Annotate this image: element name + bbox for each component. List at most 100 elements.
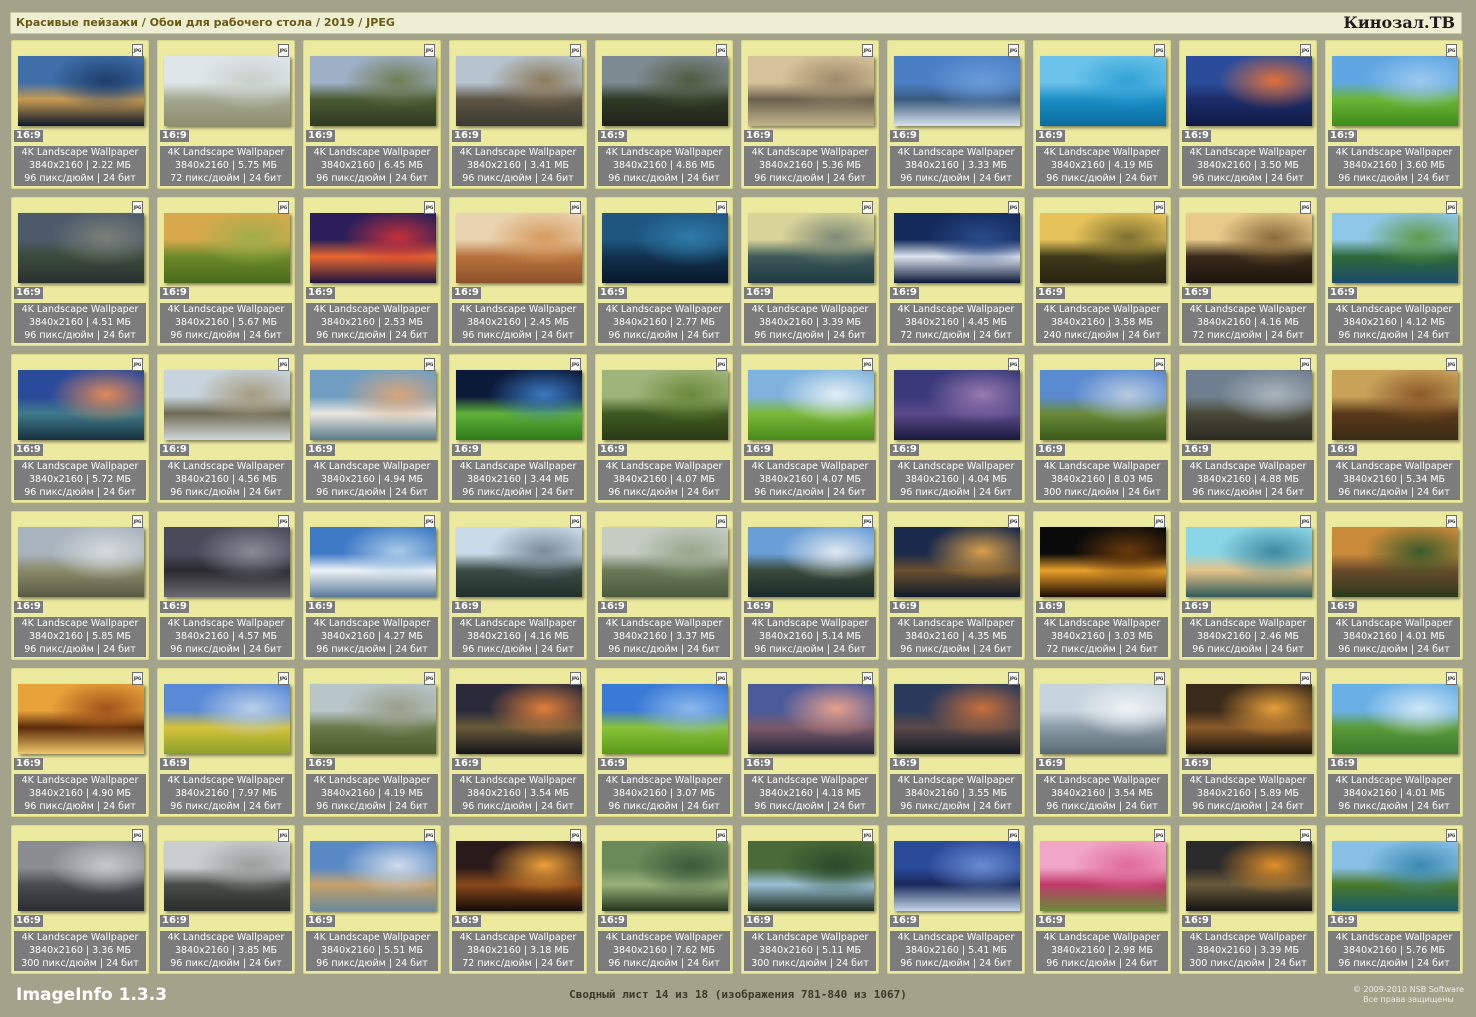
thumbnail-tile[interactable]: JPG 16:9 4K Landscape Wallpaper 3840x2160 |… (1325, 354, 1463, 503)
thumbnail-image[interactable] (748, 213, 874, 283)
thumbnail-image[interactable] (1332, 841, 1458, 911)
thumbnail-tile[interactable]: JPG 16:9 4K Landscape Wallpaper 3840x2160 |… (1325, 197, 1463, 346)
thumbnail-tile[interactable]: JPG 16:9 4K Landscape Wallpaper 3840x2160 |… (157, 354, 295, 503)
thumbnail-image[interactable] (164, 370, 290, 440)
thumbnail-tile[interactable]: JPG 16:9 4K Landscape Wallpaper 3840x2160 |… (741, 197, 879, 346)
thumbnail-tile[interactable]: JPG 16:9 4K Landscape Wallpaper 3840x2160 |… (887, 668, 1025, 817)
thumbnail-image[interactable] (18, 370, 144, 440)
thumbnail-image[interactable] (602, 213, 728, 283)
thumbnail-image[interactable] (310, 213, 436, 283)
thumbnail-tile[interactable]: JPG 16:9 4K Landscape Wallpaper 3840x2160 |… (595, 825, 733, 974)
thumbnail-tile[interactable]: JPG 16:9 4K Landscape Wallpaper 3840x2160 |… (1179, 668, 1317, 817)
thumbnail-image[interactable] (1040, 213, 1166, 283)
thumbnail-tile[interactable]: JPG 16:9 4K Landscape Wallpaper 3840x2160 |… (303, 668, 441, 817)
thumbnail-image[interactable] (1040, 841, 1166, 911)
thumbnail-image[interactable] (894, 841, 1020, 911)
thumbnail-image[interactable] (748, 527, 874, 597)
thumbnail-image[interactable] (164, 841, 290, 911)
thumbnail-image[interactable] (164, 684, 290, 754)
thumbnail-tile[interactable]: JPG 16:9 4K Landscape Wallpaper 3840x2160 |… (449, 825, 587, 974)
thumbnail-image[interactable] (310, 841, 436, 911)
thumbnail-tile[interactable]: JPG 16:9 4K Landscape Wallpaper 3840x2160 |… (1325, 825, 1463, 974)
thumbnail-tile[interactable]: JPG 16:9 4K Landscape Wallpaper 3840x2160 |… (449, 668, 587, 817)
thumbnail-image[interactable] (1186, 527, 1312, 597)
thumbnail-tile[interactable]: JPG 16:9 4K Landscape Wallpaper 3840x2160 |… (303, 825, 441, 974)
thumbnail-tile[interactable]: JPG 16:9 4K Landscape Wallpaper 3840x2160 |… (1033, 197, 1171, 346)
thumbnail-tile[interactable]: JPG 16:9 4K Landscape Wallpaper 3840x2160 |… (595, 40, 733, 189)
thumbnail-image[interactable] (1040, 56, 1166, 126)
thumbnail-tile[interactable]: JPG 16:9 4K Landscape Wallpaper 3840x2160 |… (157, 825, 295, 974)
thumbnail-image[interactable] (456, 370, 582, 440)
thumbnail-tile[interactable]: JPG 16:9 4K Landscape Wallpaper 3840x2160 |… (449, 354, 587, 503)
thumbnail-image[interactable] (1332, 684, 1458, 754)
thumbnail-image[interactable] (602, 841, 728, 911)
thumbnail-tile[interactable]: JPG 16:9 4K Landscape Wallpaper 3840x2160 |… (595, 511, 733, 660)
thumbnail-tile[interactable]: JPG 16:9 4K Landscape Wallpaper 3840x2160 |… (11, 668, 149, 817)
thumbnail-image[interactable] (164, 527, 290, 597)
thumbnail-image[interactable] (456, 841, 582, 911)
thumbnail-tile[interactable]: JPG 16:9 4K Landscape Wallpaper 3840x2160 |… (449, 197, 587, 346)
thumbnail-image[interactable] (1332, 527, 1458, 597)
thumbnail-image[interactable] (18, 213, 144, 283)
thumbnail-tile[interactable]: JPG 16:9 4K Landscape Wallpaper 3840x2160 |… (11, 40, 149, 189)
thumbnail-image[interactable] (1332, 370, 1458, 440)
thumbnail-tile[interactable]: JPG 16:9 4K Landscape Wallpaper 3840x2160 |… (1325, 668, 1463, 817)
thumbnail-image[interactable] (310, 56, 436, 126)
thumbnail-tile[interactable]: JPG 16:9 4K Landscape Wallpaper 3840x2160 |… (595, 668, 733, 817)
thumbnail-image[interactable] (894, 370, 1020, 440)
thumbnail-tile[interactable]: JPG 16:9 4K Landscape Wallpaper 3840x2160 |… (11, 511, 149, 660)
thumbnail-image[interactable] (1332, 56, 1458, 126)
thumbnail-image[interactable] (894, 56, 1020, 126)
thumbnail-tile[interactable]: JPG 16:9 4K Landscape Wallpaper 3840x2160 |… (1033, 668, 1171, 817)
thumbnail-tile[interactable]: JPG 16:9 4K Landscape Wallpaper 3840x2160 |… (741, 825, 879, 974)
thumbnail-tile[interactable]: JPG 16:9 4K Landscape Wallpaper 3840x2160 |… (1033, 354, 1171, 503)
thumbnail-image[interactable] (602, 684, 728, 754)
thumbnail-image[interactable] (456, 527, 582, 597)
thumbnail-image[interactable] (18, 684, 144, 754)
thumbnail-image[interactable] (18, 527, 144, 597)
thumbnail-tile[interactable]: JPG 16:9 4K Landscape Wallpaper 3840x2160 |… (11, 197, 149, 346)
thumbnail-tile[interactable]: JPG 16:9 4K Landscape Wallpaper 3840x2160 |… (741, 40, 879, 189)
thumbnail-tile[interactable]: JPG 16:9 4K Landscape Wallpaper 3840x2160 |… (887, 40, 1025, 189)
thumbnail-tile[interactable]: JPG 16:9 4K Landscape Wallpaper 3840x2160 |… (157, 40, 295, 189)
thumbnail-tile[interactable]: JPG 16:9 4K Landscape Wallpaper 3840x2160 |… (741, 511, 879, 660)
thumbnail-tile[interactable]: JPG 16:9 4K Landscape Wallpaper 3840x2160 |… (887, 825, 1025, 974)
thumbnail-image[interactable] (456, 213, 582, 283)
thumbnail-tile[interactable]: JPG 16:9 4K Landscape Wallpaper 3840x2160 |… (1179, 40, 1317, 189)
thumbnail-tile[interactable]: JPG 16:9 4K Landscape Wallpaper 3840x2160 |… (11, 825, 149, 974)
thumbnail-tile[interactable]: JPG 16:9 4K Landscape Wallpaper 3840x2160 |… (1033, 825, 1171, 974)
thumbnail-tile[interactable]: JPG 16:9 4K Landscape Wallpaper 3840x2160 |… (303, 197, 441, 346)
thumbnail-image[interactable] (894, 684, 1020, 754)
thumbnail-tile[interactable]: JPG 16:9 4K Landscape Wallpaper 3840x2160 |… (11, 354, 149, 503)
thumbnail-image[interactable] (310, 370, 436, 440)
thumbnail-image[interactable] (1186, 684, 1312, 754)
thumbnail-tile[interactable]: JPG 16:9 4K Landscape Wallpaper 3840x2160 |… (1033, 40, 1171, 189)
thumbnail-image[interactable] (18, 56, 144, 126)
thumbnail-image[interactable] (602, 527, 728, 597)
thumbnail-image[interactable] (456, 56, 582, 126)
thumbnail-tile[interactable]: JPG 16:9 4K Landscape Wallpaper 3840x2160 |… (1325, 511, 1463, 660)
thumbnail-image[interactable] (602, 370, 728, 440)
thumbnail-image[interactable] (1186, 841, 1312, 911)
thumbnail-tile[interactable]: JPG 16:9 4K Landscape Wallpaper 3840x2160 |… (1325, 40, 1463, 189)
thumbnail-tile[interactable]: JPG 16:9 4K Landscape Wallpaper 3840x2160 |… (595, 197, 733, 346)
thumbnail-image[interactable] (1040, 684, 1166, 754)
thumbnail-image[interactable] (748, 841, 874, 911)
thumbnail-tile[interactable]: JPG 16:9 4K Landscape Wallpaper 3840x2160 |… (303, 511, 441, 660)
thumbnail-image[interactable] (894, 213, 1020, 283)
thumbnail-image[interactable] (310, 527, 436, 597)
thumbnail-image[interactable] (1040, 370, 1166, 440)
thumbnail-tile[interactable]: JPG 16:9 4K Landscape Wallpaper 3840x2160 |… (887, 511, 1025, 660)
thumbnail-tile[interactable]: JPG 16:9 4K Landscape Wallpaper 3840x2160 |… (449, 511, 587, 660)
thumbnail-image[interactable] (456, 684, 582, 754)
thumbnail-image[interactable] (602, 56, 728, 126)
thumbnail-image[interactable] (164, 213, 290, 283)
thumbnail-tile[interactable]: JPG 16:9 4K Landscape Wallpaper 3840x2160 |… (1179, 197, 1317, 346)
thumbnail-image[interactable] (164, 56, 290, 126)
thumbnail-image[interactable] (894, 527, 1020, 597)
thumbnail-tile[interactable]: JPG 16:9 4K Landscape Wallpaper 3840x2160 |… (303, 40, 441, 189)
thumbnail-image[interactable] (748, 684, 874, 754)
thumbnail-image[interactable] (1332, 213, 1458, 283)
thumbnail-tile[interactable]: JPG 16:9 4K Landscape Wallpaper 3840x2160 |… (887, 354, 1025, 503)
thumbnail-tile[interactable]: JPG 16:9 4K Landscape Wallpaper 3840x2160 |… (1179, 825, 1317, 974)
